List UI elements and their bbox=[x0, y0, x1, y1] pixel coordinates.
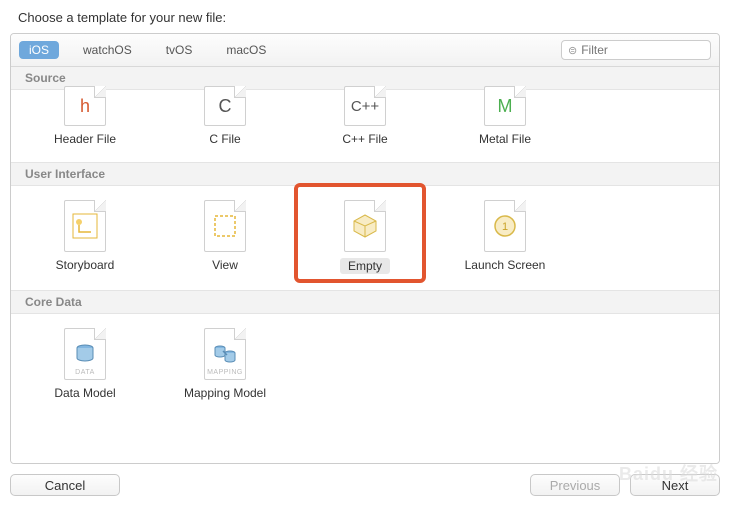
button-bar: Cancel Previous Next bbox=[10, 464, 720, 496]
template-label: Storyboard bbox=[19, 258, 151, 272]
template-view[interactable]: View bbox=[155, 192, 295, 280]
template-launch-screen[interactable]: 1 Launch Screen bbox=[435, 192, 575, 280]
filter-icon: ⊜ bbox=[568, 44, 577, 57]
toolbar: iOS watchOS tvOS macOS ⊜ bbox=[11, 34, 719, 67]
template-empty[interactable]: Empty bbox=[295, 192, 435, 280]
platform-tab-tvos[interactable]: tvOS bbox=[156, 41, 203, 59]
template-mapping-model[interactable]: MAPPING Mapping Model bbox=[155, 320, 295, 406]
previous-button[interactable]: Previous bbox=[530, 474, 620, 496]
template-data-model[interactable]: DATA Data Model bbox=[15, 320, 155, 406]
template-chooser: iOS watchOS tvOS macOS ⊜ Source h Header… bbox=[10, 33, 720, 464]
template-label: Metal File bbox=[439, 132, 571, 146]
cancel-button[interactable]: Cancel bbox=[10, 474, 120, 496]
c-file-icon: C bbox=[204, 86, 246, 126]
template-label: Data Model bbox=[19, 386, 151, 400]
platform-tab-ios[interactable]: iOS bbox=[19, 41, 59, 59]
section-header-coredata: Core Data bbox=[11, 290, 719, 314]
launch-screen-icon: 1 bbox=[484, 200, 526, 252]
mapping-model-icon: MAPPING bbox=[204, 328, 246, 380]
template-header-file[interactable]: h Header File bbox=[15, 78, 155, 152]
template-list: Source h Header File C C File C++ bbox=[11, 67, 719, 463]
metal-file-icon: M bbox=[484, 86, 526, 126]
data-model-icon: DATA bbox=[64, 328, 106, 380]
template-c-file[interactable]: C C File bbox=[155, 78, 295, 152]
storyboard-icon bbox=[64, 200, 106, 252]
section-header-ui: User Interface bbox=[11, 162, 719, 186]
template-label: Empty bbox=[340, 258, 390, 274]
platform-tab-macos[interactable]: macOS bbox=[216, 41, 276, 59]
template-label: Mapping Model bbox=[159, 386, 291, 400]
filter-input[interactable] bbox=[581, 43, 704, 57]
dialog-title: Choose a template for your new file: bbox=[18, 10, 720, 25]
section-items-source: h Header File C C File C++ C++ File bbox=[11, 78, 719, 162]
header-file-icon: h bbox=[64, 86, 106, 126]
section-items-coredata: DATA Data Model MAPPING Mapping Model bbox=[11, 314, 719, 416]
platform-tab-watchos[interactable]: watchOS bbox=[73, 41, 142, 59]
template-cpp-file[interactable]: C++ C++ File bbox=[295, 78, 435, 152]
section-items-ui: Storyboard View Empty 1 bbox=[11, 186, 719, 290]
view-icon bbox=[204, 200, 246, 252]
template-label: C File bbox=[159, 132, 291, 146]
platform-tabs: iOS watchOS tvOS macOS bbox=[19, 41, 276, 59]
template-label: C++ File bbox=[299, 132, 431, 146]
template-label: Header File bbox=[19, 132, 151, 146]
template-metal-file[interactable]: M Metal File bbox=[435, 78, 575, 152]
cpp-file-icon: C++ bbox=[344, 86, 386, 126]
empty-icon bbox=[344, 200, 386, 252]
svg-text:1: 1 bbox=[502, 221, 508, 233]
template-storyboard[interactable]: Storyboard bbox=[15, 192, 155, 280]
next-button[interactable]: Next bbox=[630, 474, 720, 496]
filter-box[interactable]: ⊜ bbox=[561, 40, 711, 60]
template-label: Launch Screen bbox=[439, 258, 571, 272]
template-label: View bbox=[159, 258, 291, 272]
